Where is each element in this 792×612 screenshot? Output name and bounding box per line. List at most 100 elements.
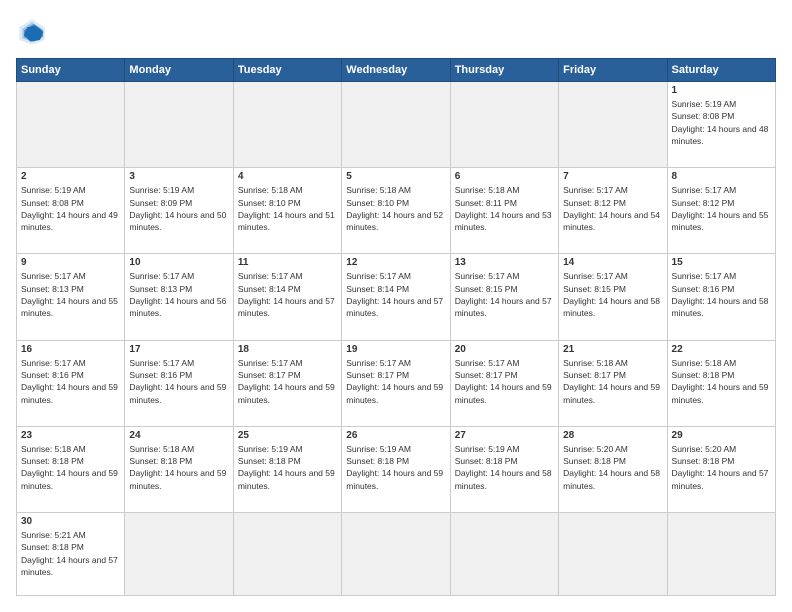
sunrise-label: Sunrise: 5:17 AM [346,358,411,368]
sunrise-label: Sunrise: 5:19 AM [129,185,194,195]
header-friday: Friday [559,59,667,82]
day-info: Sunrise: 5:17 AM Sunset: 8:16 PM Daylight:… [129,357,228,406]
sunrise-label: Sunrise: 5:17 AM [455,358,520,368]
day-info: Sunrise: 5:17 AMSunset: 8:16 PMDaylight:… [21,357,120,406]
sunset-label: Sunset: 8:18 PM [672,370,735,380]
sunrise-label: Sunrise: 5:17 AM [672,271,737,281]
table-cell: 10 Sunrise: 5:17 AMSunset: 8:13 PMDayligh… [125,254,233,340]
sunrise-label: Sunrise: 5:17 AM [346,271,411,281]
table-cell: 19Sunrise: 5:17 AMSunset: 8:17 PMDayligh… [342,340,450,426]
sunrise-label: Sunrise: 5:20 AM [563,444,628,454]
table-cell [559,513,667,596]
table-cell: 5Sunrise: 5:18 AMSunset: 8:10 PMDaylight… [342,168,450,254]
daylight-label: Daylight: 14 hours and 59 minutes. [129,468,226,490]
sunrise-label: Sunrise: 5:21 AM [21,530,86,540]
daylight-label: Daylight: 14 hours and 59 minutes. [129,382,226,404]
table-cell: 13Sunrise: 5:17 AMSunset: 8:15 PMDayligh… [450,254,558,340]
day-info: Sunrise: 5:17 AMSunset: 8:16 PMDaylight:… [672,270,771,319]
sunrise-label: Sunrise: 5:19 AM [238,444,303,454]
table-cell: 28Sunrise: 5:20 AMSunset: 8:18 PMDayligh… [559,426,667,512]
sunrise-label: Sunrise: 5:19 AM [346,444,411,454]
day-info: Sunrise: 5:17 AMSunset: 8:14 PMDaylight:… [238,270,337,319]
day-info: Sunrise: 5:20 AMSunset: 8:18 PMDaylight:… [563,443,662,492]
header-wednesday: Wednesday [342,59,450,82]
header-monday: Monday [125,59,233,82]
table-cell [342,513,450,596]
sunset-label: Sunset: 8:14 PM [346,284,409,294]
daylight-label: Daylight: 14 hours and 54 minutes. [563,210,660,232]
daylight-label: Daylight: 14 hours and 50 minutes. [129,210,226,232]
day-info: Sunrise: 5:18 AMSunset: 8:11 PMDaylight:… [455,184,554,233]
table-cell: 9 Sunrise: 5:17 AMSunset: 8:13 PMDaylight… [17,254,125,340]
daylight-label: Daylight: 14 hours and 49 minutes. [21,210,118,232]
day-info: Sunrise: 5:18 AMSunset: 8:10 PMDaylight:… [238,184,337,233]
sunset-label: Sunset: 8:16 PM [21,370,84,380]
day-info: Sunrise: 5:17 AMSunset: 8:14 PMDaylight:… [346,270,445,319]
sunrise-label: Sunrise: 5:20 AM [672,444,737,454]
daylight-label: Daylight: 14 hours and 59 minutes. [21,382,118,404]
daylight-label: Daylight: 14 hours and 59 minutes. [563,382,660,404]
sunrise-label: Sunrise: 5:18 AM [21,444,86,454]
sunrise-label: Sunrise: 5:19 AM [21,185,86,195]
sunset-label: Sunset: 8:17 PM [455,370,518,380]
sunset-label: Sunset: 8:18 PM [238,456,301,466]
table-cell: 18Sunrise: 5:17 AMSunset: 8:17 PMDayligh… [233,340,341,426]
sunrise-label: Sunrise: 5:17 AM [563,271,628,281]
header-sunday: Sunday [17,59,125,82]
day-number: 9 [21,257,120,268]
sunset-label: Sunset: 8:12 PM [672,198,735,208]
day-number: 4 [238,171,337,182]
sunset-label: Sunset: 8:17 PM [563,370,626,380]
day-number: 23 [21,430,120,441]
daylight-label: Daylight: 14 hours and 53 minutes. [455,210,552,232]
sunrise-label: Sunrise: 5:17 AM [455,271,520,281]
day-number: 25 [238,430,337,441]
weekday-header-row: Sunday Monday Tuesday Wednesday Thursday… [17,59,776,82]
header [16,16,776,48]
day-info: Sunrise: 5:18 AMSunset: 8:18 PMDaylight:… [129,443,228,492]
sunrise-label: Sunrise: 5:17 AM [238,271,303,281]
table-cell [342,82,450,168]
sunset-label: Sunset: 8:16 PM [129,370,192,380]
sunset-label: Sunset: 8:18 PM [346,456,409,466]
sunrise-label: Sunrise: 5:19 AM [455,444,520,454]
calendar-row: 9 Sunrise: 5:17 AMSunset: 8:13 PMDaylight… [17,254,776,340]
day-info: Sunrise: 5:19 AMSunset: 8:18 PMDaylight:… [238,443,337,492]
table-cell: 6 Sunrise: 5:18 AMSunset: 8:11 PMDaylight… [450,168,558,254]
day-number: 22 [672,344,771,355]
day-info: Sunrise: 5:19 AM Sunset: 8:18 PM Daylight:… [346,443,445,492]
sunrise-label: Sunrise: 5:18 AM [672,358,737,368]
day-info: Sunrise: 5:19 AMSunset: 8:08 PMDaylight:… [672,98,771,147]
sunset-label: Sunset: 8:18 PM [21,542,84,552]
day-info: Sunrise: 5:17 AMSunset: 8:12 PMDaylight:… [563,184,662,233]
day-number: 10 [129,257,228,268]
daylight-label: Daylight: 14 hours and 56 minutes. [129,296,226,318]
table-cell: 7Sunrise: 5:17 AMSunset: 8:12 PMDaylight… [559,168,667,254]
daylight-label: Daylight: 14 hours and 57 minutes. [455,296,552,318]
sunrise-label: Sunrise: 5:17 AM [129,358,194,368]
day-number: 14 [563,257,662,268]
day-number: 12 [346,257,445,268]
day-number: 11 [238,257,337,268]
day-info: Sunrise: 5:17 AMSunset: 8:13 PMDaylight:… [21,270,120,319]
table-cell [559,82,667,168]
daylight-label: Daylight: 14 hours and 59 minutes. [346,468,443,490]
sunset-label: Sunset: 8:15 PM [455,284,518,294]
day-number: 26 [346,430,445,441]
sunset-label: Sunset: 8:12 PM [563,198,626,208]
day-number: 8 [672,171,771,182]
day-info: Sunrise: 5:17 AMSunset: 8:13 PMDaylight:… [129,270,228,319]
day-info: Sunrise: 5:17 AM Sunset: 8:15 PM Daylight:… [455,270,554,319]
table-cell [125,513,233,596]
sunrise-label: Sunrise: 5:17 AM [21,271,86,281]
sunset-label: Sunset: 8:17 PM [346,370,409,380]
daylight-label: Daylight: 14 hours and 59 minutes. [238,382,335,404]
daylight-label: Daylight: 14 hours and 57 minutes. [21,555,118,577]
day-number: 19 [346,344,445,355]
day-number: 18 [238,344,337,355]
day-info: Sunrise: 5:20 AMSunset: 8:18 PMDaylight:… [672,443,771,492]
daylight-label: Daylight: 14 hours and 57 minutes. [672,468,769,490]
day-info: Sunrise: 5:18 AMSunset: 8:17 PMDaylight:… [563,357,662,406]
day-number: 6 [455,171,554,182]
daylight-label: Daylight: 14 hours and 58 minutes. [672,296,769,318]
